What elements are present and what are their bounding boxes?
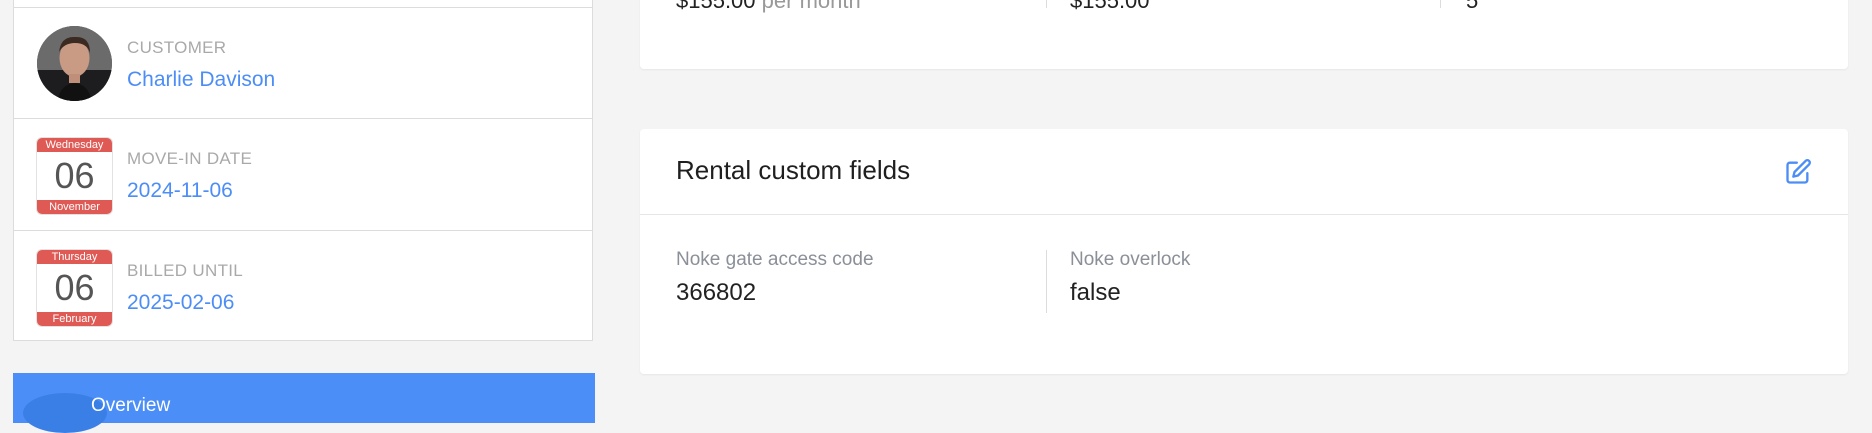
billed-until-label: BILLED UNTIL: [127, 261, 244, 280]
edit-icon[interactable]: [1784, 158, 1812, 186]
move-in-row: Wednesday 06 November MOVE-IN DATE 2024-…: [14, 118, 592, 231]
billed-until-calendar-icon: Thursday 06 February: [37, 250, 112, 326]
rental-custom-fields-card: Rental custom fields Noke gate access co…: [640, 129, 1848, 374]
calendar-month: November: [37, 200, 112, 214]
calendar-weekday: Thursday: [37, 250, 112, 264]
rental-details-card: CUSTOMER Charlie Davison Wednesday 06 No…: [13, 0, 593, 341]
calendar-day: 06: [54, 267, 95, 308]
summary-divider: [1046, 0, 1047, 8]
summary-divider: [1440, 0, 1441, 8]
customer-row: CUSTOMER Charlie Davison: [14, 7, 592, 119]
count-value: 5: [1466, 0, 1479, 13]
customer-avatar: [37, 26, 112, 101]
rate-value: $155.00 per month: [676, 0, 861, 13]
rental-summary-card: $155.00 per month $155.00 5: [640, 0, 1848, 69]
field-value: false: [1070, 279, 1121, 306]
amount-value: $155.00: [1070, 0, 1150, 13]
calendar-weekday: Wednesday: [37, 138, 112, 152]
billed-until-date-link[interactable]: 2025-02-06: [127, 291, 234, 315]
nav-item-overview[interactable]: Overview: [13, 373, 595, 433]
card-header: Rental custom fields: [640, 129, 1848, 215]
customer-label: CUSTOMER: [127, 38, 227, 57]
card-title: Rental custom fields: [676, 155, 911, 185]
field-value: 366802: [676, 279, 757, 306]
customer-name-link[interactable]: Charlie Davison: [127, 68, 275, 92]
field-label: Noke gate access code: [676, 249, 874, 270]
custom-field-noke-overlock: Noke overlock false: [1070, 249, 1190, 307]
move-in-date-link[interactable]: 2024-11-06: [127, 179, 233, 203]
billed-until-row: Thursday 06 February BILLED UNTIL 2025-0…: [14, 230, 592, 343]
move-in-label: MOVE-IN DATE: [127, 149, 253, 168]
move-in-calendar-icon: Wednesday 06 November: [37, 138, 112, 214]
custom-field-noke-gate-access-code: Noke gate access code 366802: [676, 249, 874, 307]
calendar-day: 06: [54, 155, 95, 196]
calendar-month: February: [37, 312, 112, 326]
field-label: Noke overlock: [1070, 249, 1191, 270]
field-divider: [1046, 250, 1047, 313]
nav-item-label: Overview: [91, 395, 171, 416]
